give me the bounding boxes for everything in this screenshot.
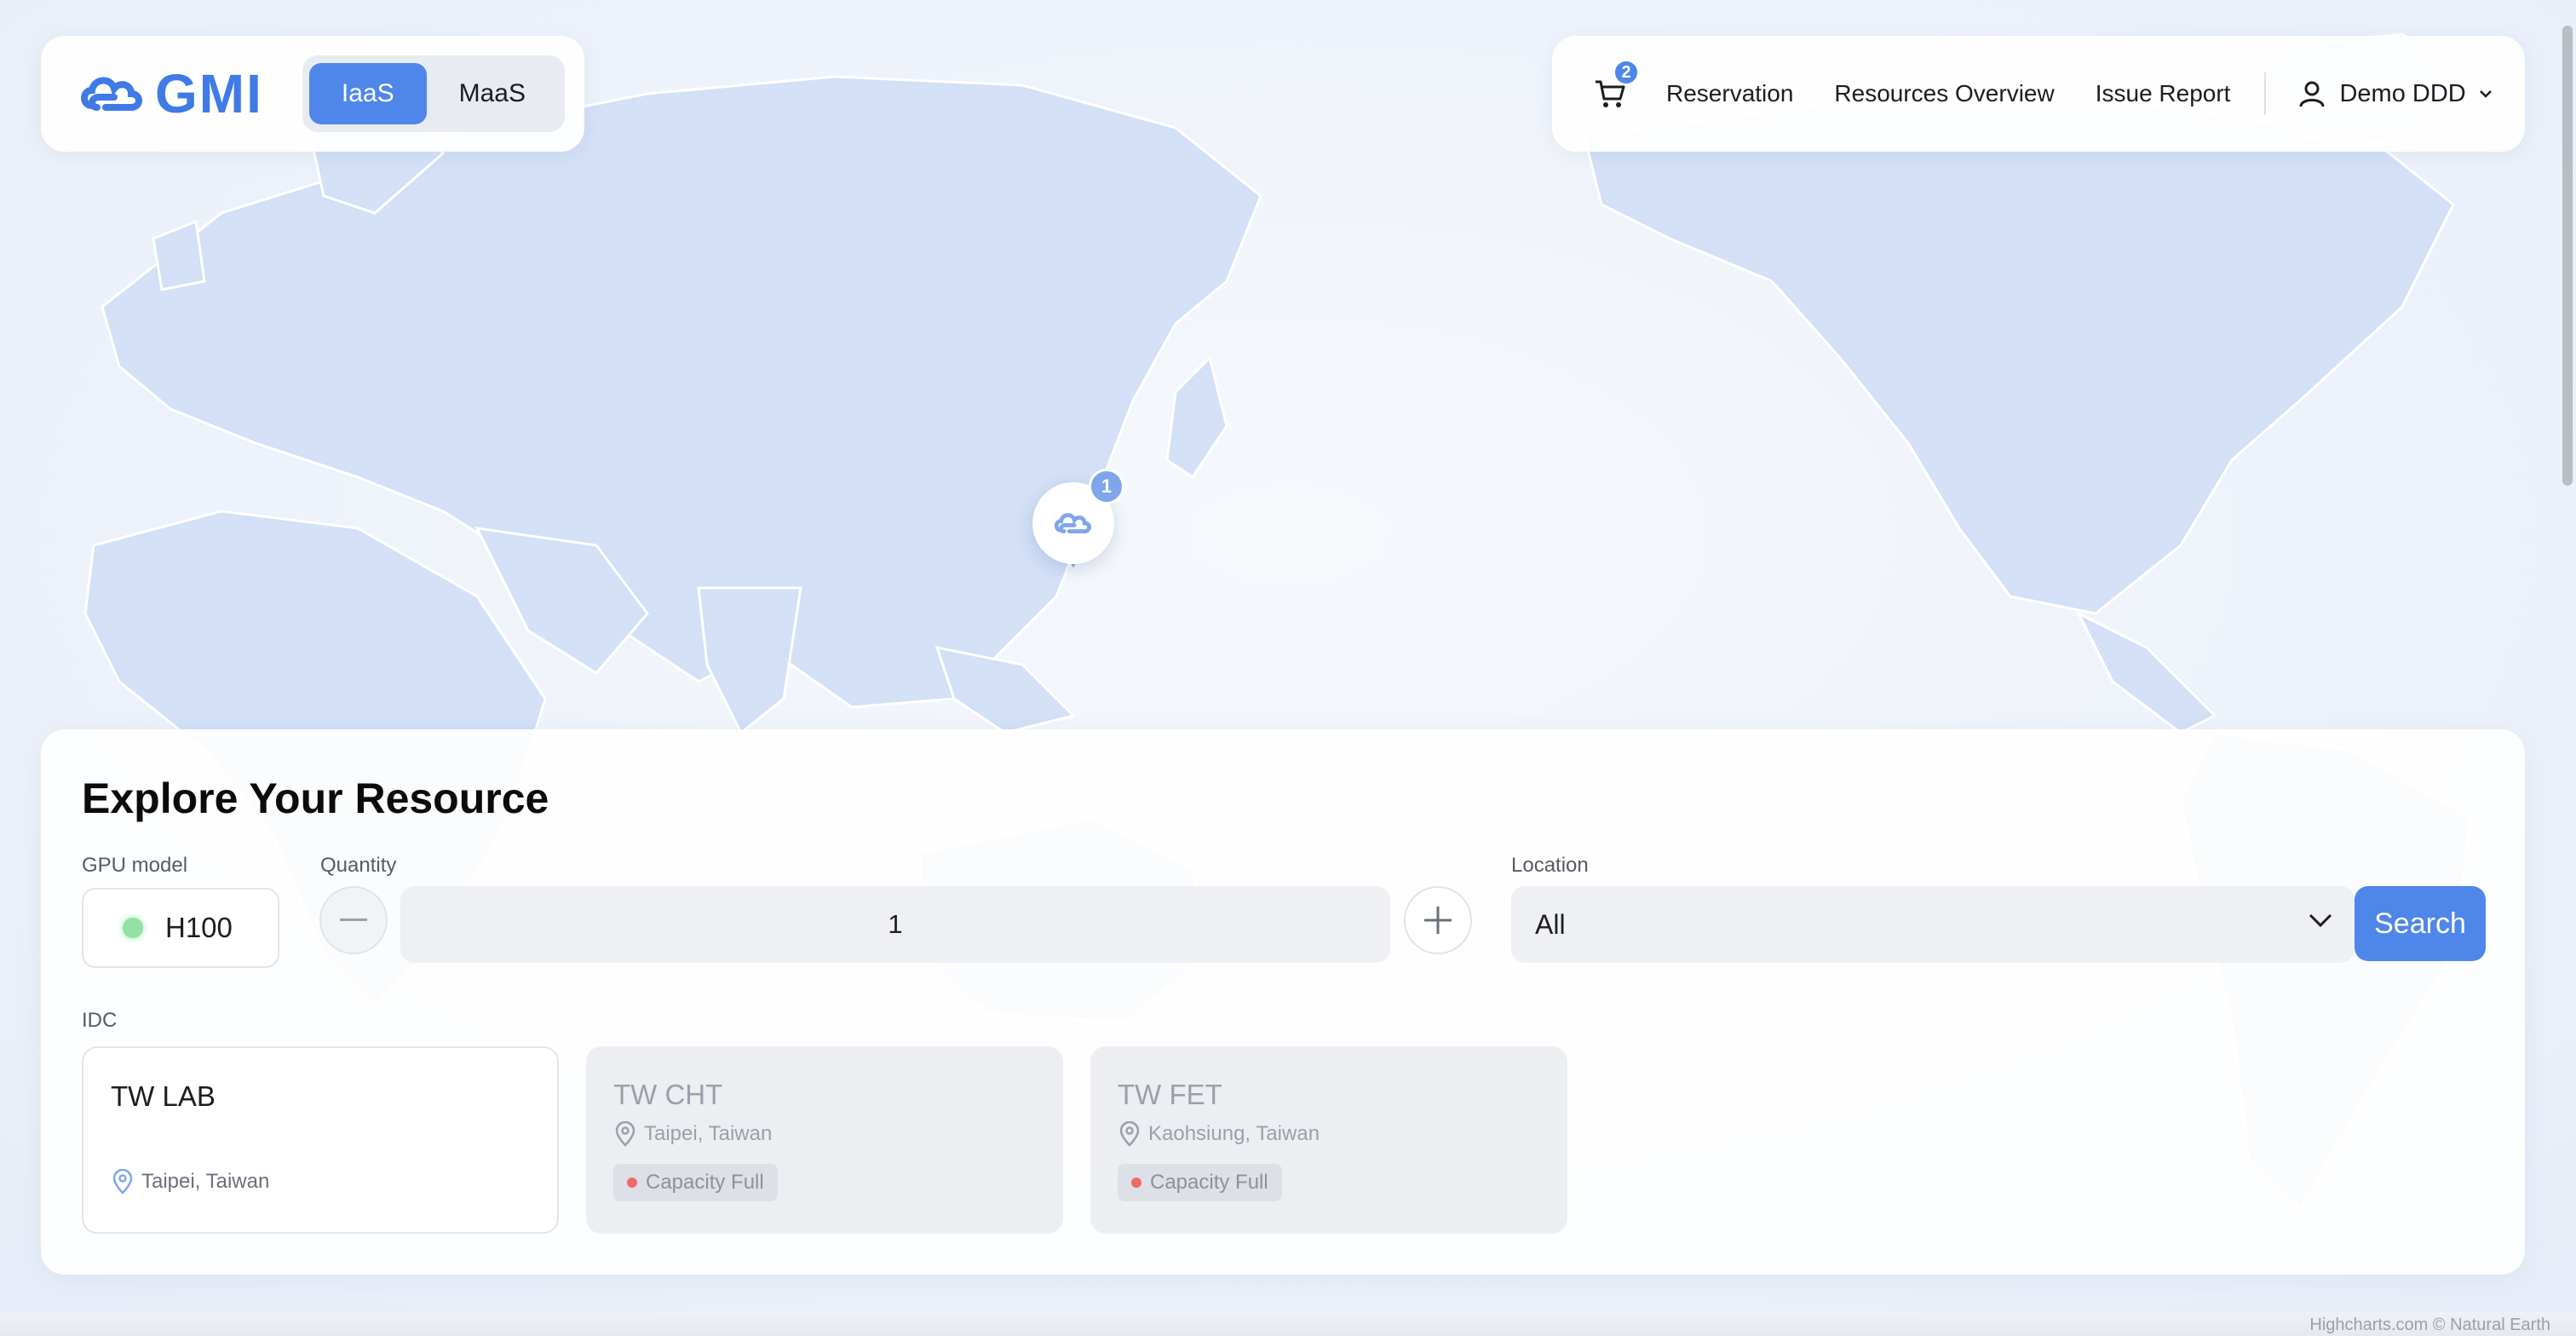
idc-name: TW LAB [111, 1080, 216, 1112]
nav-divider [2264, 72, 2267, 115]
explore-panel: Explore Your Resource GPU model H100 Qua… [41, 729, 2525, 1275]
gpu-status-dot [123, 918, 143, 938]
location-pin-icon [615, 1121, 635, 1147]
status-text: Capacity Full [646, 1171, 764, 1194]
status-dot [627, 1178, 637, 1188]
gmi-logo[interactable]: GMI [80, 62, 263, 125]
location-pin-icon [1119, 1121, 1140, 1147]
map-credits[interactable]: Highcharts.com © Natural Earth [2309, 1316, 2550, 1335]
user-icon [2299, 81, 2325, 107]
nav-resources-overview[interactable]: Resources Overview [1834, 80, 2054, 107]
idc-location: Kaohsiung, Taiwan [1118, 1121, 1540, 1147]
status-dot [1131, 1178, 1141, 1188]
cloud-logo-icon [81, 77, 142, 111]
idc-location-text: Kaohsiung, Taiwan [1148, 1122, 1320, 1145]
gpu-model-label: GPU model [82, 854, 188, 877]
quantity-increment-button[interactable] [1404, 886, 1472, 954]
brand-name: GMI [155, 63, 263, 124]
idc-location-text: Taipei, Taiwan [644, 1122, 773, 1145]
marker-count-badge: 1 [1089, 469, 1124, 504]
quantity-decrement-button[interactable] [319, 886, 388, 954]
nav-issue-report[interactable]: Issue Report [2096, 80, 2231, 107]
status-badge: Capacity Full [1118, 1164, 1282, 1201]
idc-card-tw-lab[interactable]: TW LAB Taipei, Taiwan [82, 1046, 559, 1234]
search-button[interactable]: Search [2355, 886, 2486, 961]
product-switch: IaaS MaaS [302, 55, 565, 132]
location-value: All [1535, 908, 1566, 940]
tab-maas[interactable]: MaaS [427, 63, 558, 124]
nav-reservation[interactable]: Reservation [1666, 80, 1793, 107]
idc-card-tw-cht[interactable]: TW CHT Taipei, Taiwan Capacity Full [586, 1046, 1063, 1234]
location-label: Location [1511, 854, 1589, 877]
explore-title: Explore Your Resource [82, 775, 549, 822]
tab-iaas[interactable]: IaaS [308, 63, 427, 124]
top-nav: 2 Reservation Resources Overview Issue R… [1552, 36, 2525, 152]
idc-location-text: Taipei, Taiwan [141, 1170, 270, 1193]
quantity-input[interactable]: 1 [400, 886, 1390, 963]
user-name: Demo DDD [2339, 79, 2466, 107]
idc-location: Taipei, Taiwan [613, 1121, 1036, 1147]
quantity-label: Quantity [320, 854, 397, 877]
app-page: GMI IaaS MaaS 2 Reservation Resources Ov… [0, 0, 2576, 1336]
cloud-marker-icon [1054, 513, 1091, 533]
chevron-down-icon [2479, 90, 2492, 98]
map-location-marker[interactable]: 1 [1032, 469, 1124, 576]
status-badge: Capacity Full [613, 1164, 778, 1201]
status-text: Capacity Full [1150, 1171, 1268, 1194]
cart-button[interactable]: 2 [1593, 60, 1639, 111]
cart-count-badge: 2 [1613, 60, 1639, 85]
idc-location: Taipei, Taiwan [111, 1169, 530, 1195]
idc-card-tw-fet[interactable]: TW FET Kaohsiung, Taiwan Capacity Full [1090, 1046, 1567, 1234]
page-bottom-edge [0, 1312, 2576, 1336]
scrollbar[interactable] [2562, 26, 2573, 486]
idc-name: TW FET [1118, 1079, 1222, 1110]
location-pin-icon [112, 1169, 133, 1195]
idc-name: TW CHT [613, 1079, 723, 1110]
gpu-model-value: H100 [165, 912, 233, 943]
location-select[interactable]: All [1511, 886, 2355, 963]
brand-card: GMI IaaS MaaS [41, 36, 584, 152]
minus-icon [340, 918, 367, 921]
chevron-down-icon [2309, 913, 2332, 928]
gpu-model-select[interactable]: H100 [82, 888, 279, 968]
idc-label: IDC [82, 1009, 118, 1032]
plus-icon [1424, 907, 1452, 934]
user-menu[interactable]: Demo DDD [2297, 78, 2493, 109]
